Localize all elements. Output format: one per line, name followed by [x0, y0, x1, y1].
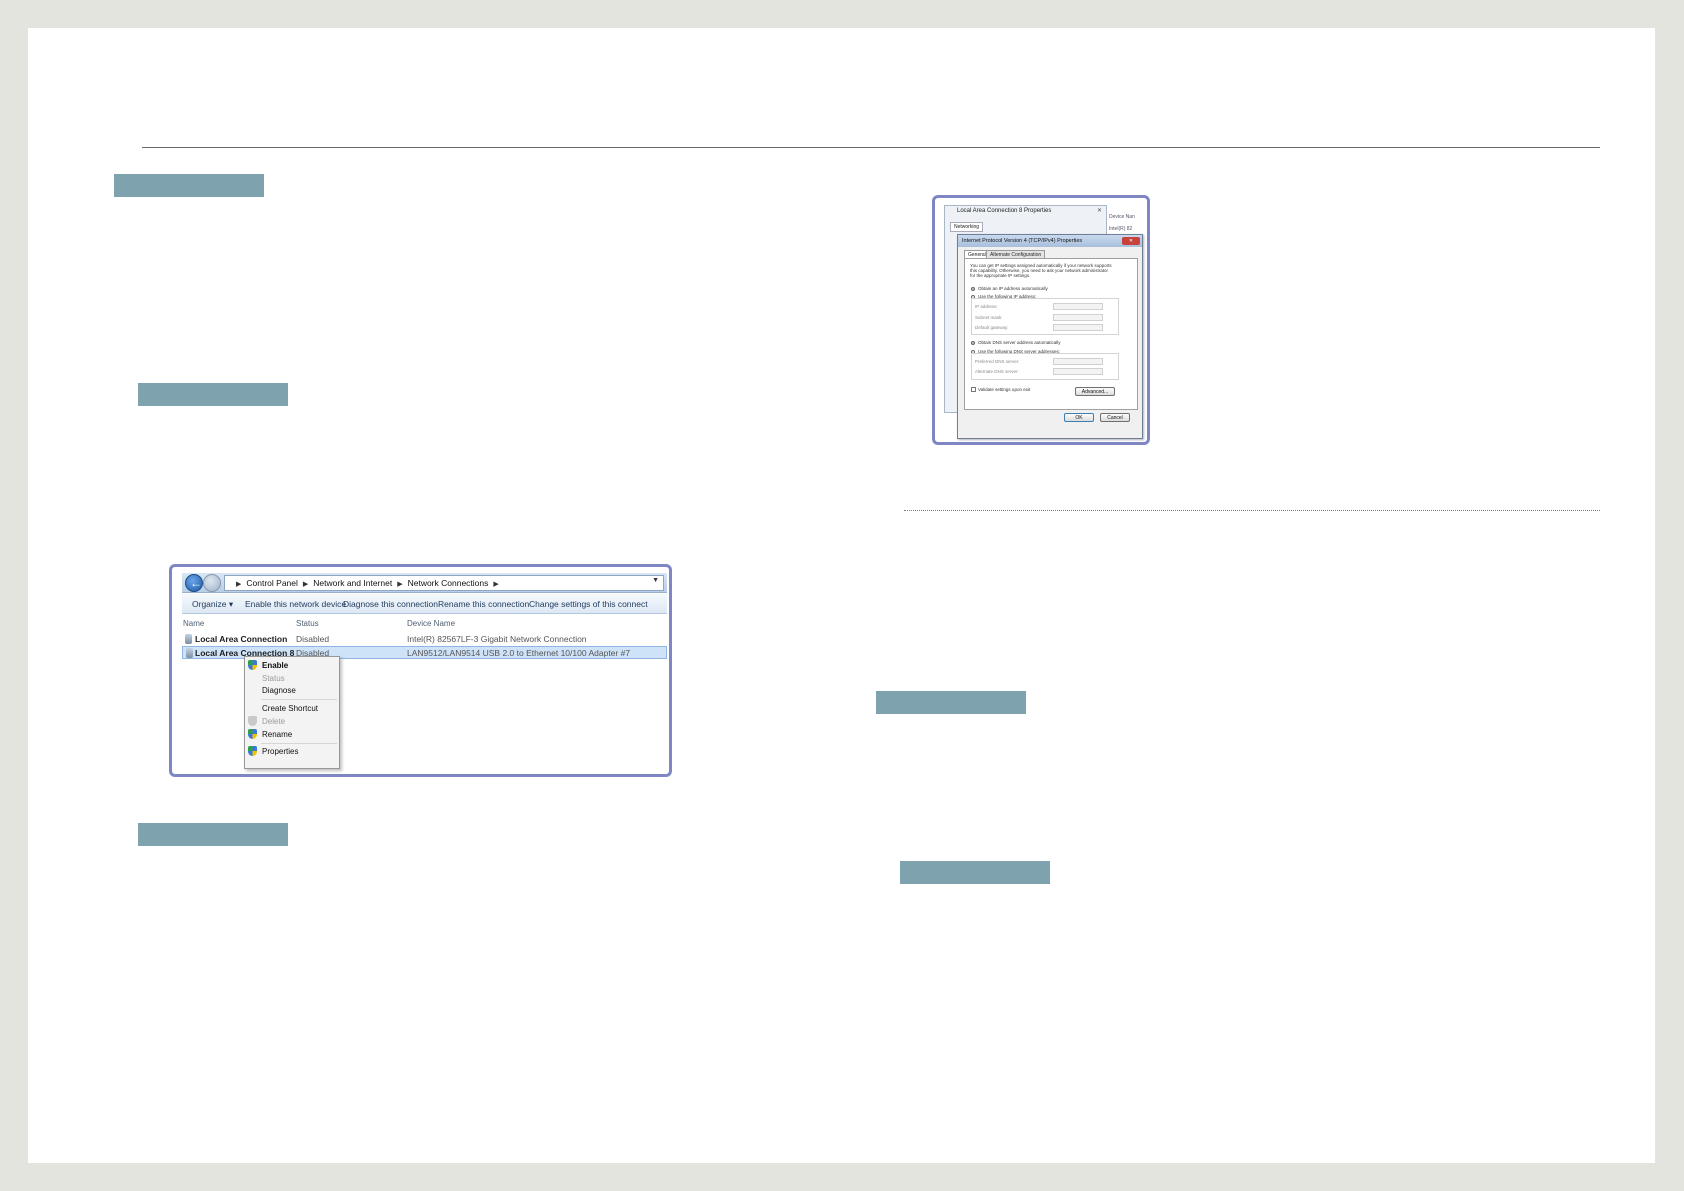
breadcrumb-control-panel[interactable]: Control Panel: [246, 578, 298, 588]
ip-address-label: IP address:: [975, 304, 998, 309]
change-settings-button[interactable]: Change settings of this connect: [529, 599, 648, 609]
column-header-status[interactable]: Status: [296, 619, 319, 628]
connection-device: Intel(R) 82567LF-3 Gigabit Network Conne…: [407, 634, 587, 644]
shield-icon: [248, 660, 257, 670]
menu-item-status: Status: [262, 674, 285, 683]
device-name-value: Intel(R) 82: [1109, 226, 1133, 232]
chevron-right-icon: ▶: [302, 581, 309, 588]
preferred-dns-label: Preferred DNS server:: [975, 359, 1020, 364]
validate-label: Validate settings upon exit: [978, 387, 1031, 392]
network-adapter-icon: [186, 648, 193, 658]
default-gateway-label: Default gateway:: [975, 325, 1009, 330]
close-icon[interactable]: ✕: [1097, 207, 1102, 214]
window-title: Local Area Connection 8 Properties: [957, 208, 1052, 214]
alternate-dns-field: [1053, 368, 1103, 375]
ipv4-properties-screenshot: Local Area Connection 8 Properties ✕ Net…: [932, 195, 1150, 445]
connection-device: LAN9512/LAN9514 USB 2.0 to Ethernet 10/1…: [407, 648, 631, 658]
chevron-down-icon[interactable]: ▼: [652, 577, 659, 584]
section-divider: [904, 510, 1600, 511]
close-button[interactable]: ✕: [1122, 237, 1140, 245]
connection-status: Disabled: [296, 634, 330, 644]
column-header-name[interactable]: Name: [183, 619, 204, 628]
breadcrumb-network-internet[interactable]: Network and Internet: [313, 578, 392, 588]
radio-obtain-dns[interactable]: [971, 341, 975, 345]
advanced-button[interactable]: Advanced...: [1075, 387, 1115, 396]
ipv4-properties-dialog: Internet Protocol Version 4 (TCP/IPv4) P…: [957, 234, 1143, 439]
address-bar: ← ▶ Control Panel ▶ Network and Internet ▶ Ne…: [182, 573, 667, 593]
menu-item-rename[interactable]: Rename: [262, 730, 292, 739]
header-rule: [142, 147, 1600, 148]
table-row[interactable]: Local Area Connection Disabled Intel(R) …: [182, 633, 667, 646]
shield-icon: [248, 716, 257, 726]
menu-item-enable[interactable]: Enable: [262, 661, 288, 670]
menu-separator: [261, 743, 337, 744]
shield-icon: [248, 729, 257, 739]
menu-item-diagnose[interactable]: Diagnose: [262, 686, 296, 695]
breadcrumb[interactable]: ▶ Control Panel ▶ Network and Internet ▶ Netw…: [224, 575, 664, 591]
radio-obtain-ip[interactable]: [971, 287, 975, 291]
ip-address-field: [1053, 303, 1103, 310]
subnet-mask-field: [1053, 314, 1103, 321]
diagnose-button[interactable]: Diagnose this connection: [343, 599, 438, 609]
shield-icon: [248, 746, 257, 756]
network-adapter-icon: [185, 634, 192, 644]
back-button[interactable]: ←: [185, 574, 203, 592]
document-page: ← ▶ Control Panel ▶ Network and Internet ▶ Ne…: [28, 28, 1655, 1163]
general-tab-panel: You can get IP settings assigned automat…: [964, 258, 1138, 410]
forward-button[interactable]: [203, 574, 221, 592]
menu-separator: [261, 699, 337, 700]
chevron-right-icon: ▶: [236, 581, 242, 588]
network-connections-screenshot: ← ▶ Control Panel ▶ Network and Internet ▶ Ne…: [169, 564, 672, 777]
subnet-mask-label: Subnet mask:: [975, 315, 1003, 320]
back-arrow-icon: ←: [190, 576, 202, 590]
rename-button[interactable]: Rename this connection: [438, 599, 529, 609]
device-name-header: Device Nan: [1109, 214, 1135, 220]
organize-button[interactable]: Organize ▾: [192, 599, 233, 610]
breadcrumb-network-connections[interactable]: Network Connections: [408, 578, 489, 588]
chevron-right-icon: ▶: [493, 581, 499, 588]
column-header-device[interactable]: Device Name: [407, 619, 455, 628]
section-label-bar-1: [114, 174, 264, 197]
context-menu: Enable Status Diagnose Create Shortcut D…: [244, 656, 340, 769]
intro-line-3: for the appropriate IP settings.: [970, 273, 1031, 278]
dialog-title-text: Internet Protocol Version 4 (TCP/IPv4) P…: [962, 238, 1083, 244]
alternate-dns-label: Alternate DNS server:: [975, 369, 1019, 374]
cancel-button[interactable]: Cancel: [1100, 413, 1130, 422]
tab-networking[interactable]: Networking: [950, 222, 984, 232]
obtain-dns-label: Obtain DNS server address automatically: [978, 340, 1061, 345]
section-label-bar-2: [138, 383, 288, 406]
chevron-right-icon: ▶: [397, 581, 403, 588]
menu-item-create-shortcut[interactable]: Create Shortcut: [262, 704, 318, 713]
section-label-bar-4: [876, 691, 1026, 714]
enable-device-button[interactable]: Enable this network device: [245, 599, 346, 609]
section-label-bar-3: [138, 823, 288, 846]
connection-name: Local Area Connection: [195, 634, 288, 644]
preferred-dns-field: [1053, 358, 1103, 365]
menu-item-delete: Delete: [262, 717, 286, 726]
menu-item-properties[interactable]: Properties: [262, 747, 298, 756]
obtain-ip-label: Obtain an IP address automatically: [978, 286, 1048, 291]
dialog-title: Internet Protocol Version 4 (TCP/IPv4) P…: [958, 235, 1142, 247]
section-label-bar-5: [900, 861, 1050, 884]
command-toolbar: Organize ▾ Enable this network device Di…: [182, 594, 667, 614]
validate-checkbox[interactable]: [971, 387, 976, 392]
ok-button[interactable]: OK: [1064, 413, 1094, 422]
default-gateway-field: [1053, 324, 1103, 331]
